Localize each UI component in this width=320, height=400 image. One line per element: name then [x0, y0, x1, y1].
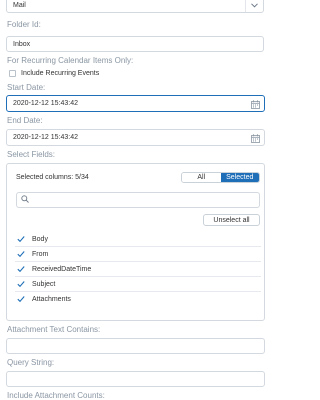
- view-toggle: All Selected: [181, 172, 260, 183]
- list-item-label: ReceivedDateTime: [32, 265, 92, 273]
- check-icon[interactable]: [17, 295, 25, 303]
- list-item-label: Body: [32, 235, 48, 243]
- toggle-all[interactable]: All: [182, 173, 221, 182]
- list-item[interactable]: Body: [15, 232, 261, 246]
- include-recurring-label: Include Recurring Events: [21, 70, 100, 77]
- start-date-value: 2020-12-12 15:43:42: [13, 100, 78, 107]
- calendar-icon[interactable]: [251, 134, 260, 143]
- end-date-label: End Date:: [7, 116, 43, 125]
- calendar-icon[interactable]: [251, 100, 260, 109]
- recurring-label: For Recurring Calendar Items Only:: [7, 56, 134, 65]
- search-icon: [21, 195, 29, 205]
- query-string-label: Query String:: [7, 358, 55, 367]
- field-search-input[interactable]: [16, 192, 260, 208]
- fields-list: Body From ReceivedDateTime Subject Attac…: [15, 232, 261, 306]
- check-icon[interactable]: [17, 280, 25, 288]
- check-icon[interactable]: [17, 265, 25, 273]
- start-date-label: Start Date:: [7, 83, 46, 92]
- source-select[interactable]: Mail: [6, 0, 264, 13]
- folder-id-value: Inbox: [13, 40, 31, 48]
- attachment-counts-label: Include Attachment Counts:: [7, 391, 105, 400]
- include-recurring-checkbox[interactable]: [9, 70, 16, 77]
- selected-columns-count: Selected columns: 5/34: [16, 174, 89, 181]
- check-icon[interactable]: [17, 235, 25, 243]
- unselect-all-button[interactable]: Unselect all: [203, 214, 260, 226]
- list-item-label: Attachments: [32, 295, 71, 303]
- end-date-input[interactable]: 2020-12-12 15:43:42: [6, 129, 265, 146]
- list-item-label: Subject: [32, 280, 56, 288]
- end-date-value: 2020-12-12 15:43:42: [13, 134, 78, 141]
- query-string-input[interactable]: [6, 371, 265, 387]
- toggle-selected[interactable]: Selected: [220, 173, 259, 182]
- list-item-label: From: [32, 250, 49, 258]
- attachment-text-label: Attachment Text Contains:: [7, 325, 101, 334]
- select-fields-panel: Selected columns: 5/34 All Selected Unse…: [6, 163, 265, 321]
- start-date-input[interactable]: 2020-12-12 15:43:42: [6, 95, 265, 112]
- list-item[interactable]: From: [15, 247, 261, 261]
- list-item[interactable]: Attachments: [15, 292, 261, 306]
- list-item[interactable]: Subject: [15, 277, 261, 291]
- folder-id-label: Folder Id:: [7, 20, 41, 29]
- chevron-down-icon[interactable]: [245, 0, 263, 12]
- select-fields-label: Select Fields:: [7, 150, 56, 159]
- attachment-text-input[interactable]: [6, 338, 265, 354]
- list-item[interactable]: ReceivedDateTime: [15, 262, 261, 276]
- folder-id-input[interactable]: Inbox: [6, 36, 264, 52]
- check-icon[interactable]: [17, 250, 25, 258]
- source-select-value: Mail: [13, 1, 26, 9]
